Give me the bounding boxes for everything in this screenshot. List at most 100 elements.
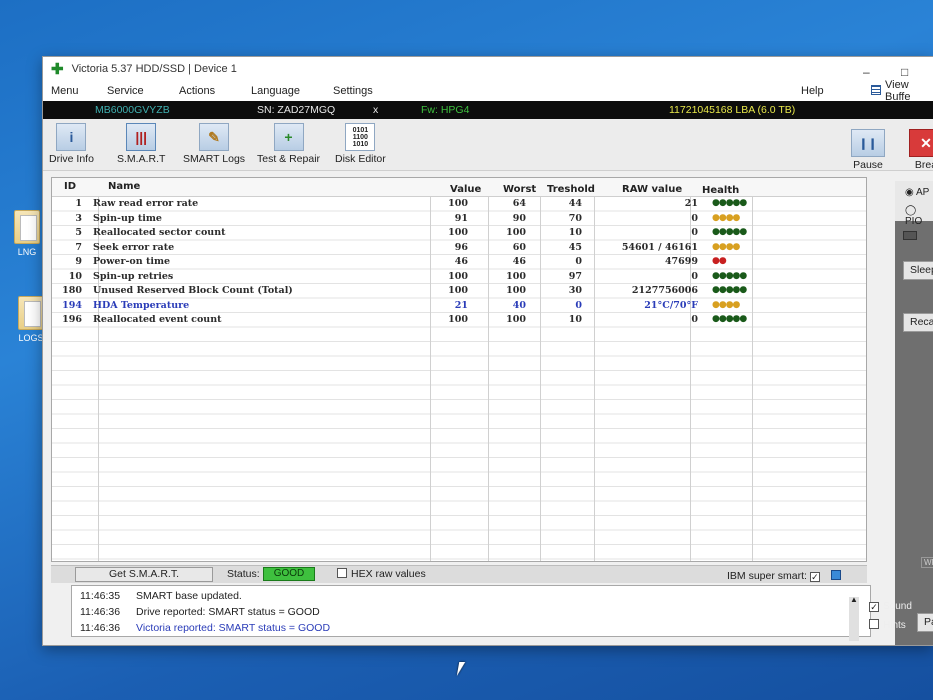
scroll-up-icon[interactable]: ▲ xyxy=(850,595,858,604)
table-row[interactable]: 1 Raw read error rate 100 64 44 21 ●●●●● xyxy=(52,198,866,212)
test-repair-button[interactable]: + Test & Repair xyxy=(257,123,320,165)
smart-id: 196 xyxy=(62,314,82,325)
minimize-button[interactable]: – xyxy=(863,65,870,79)
smart-worst: 40 xyxy=(512,299,526,311)
log-scrollbar[interactable]: ▲ xyxy=(849,595,859,641)
smart-raw-value: 54601 / 46161 xyxy=(621,241,698,253)
ibm-indicator-icon xyxy=(831,570,841,580)
device-serial: SN: ZAD27MGQ xyxy=(257,104,336,116)
table-row[interactable]: 9 Power-on time 46 46 0 47699 ●● xyxy=(52,256,866,270)
smart-raw-value: 0 xyxy=(691,270,698,282)
window-title: Victoria 5.37 HDD/SSD | Device 1 xyxy=(71,63,237,75)
radio-pio[interactable]: ◯ PIO xyxy=(905,205,933,227)
smart-logs-label: SMART Logs xyxy=(183,153,246,165)
info-icon: i xyxy=(56,123,87,151)
header-id[interactable]: ID xyxy=(64,181,76,192)
smart-value: 100 xyxy=(448,285,468,296)
table-row[interactable]: 180 Unused Reserved Block Count (Total) 10… xyxy=(52,285,866,299)
smart-id: 180 xyxy=(62,285,82,296)
menu-item-menu[interactable]: Menu xyxy=(43,85,79,97)
log-time: 11:46:36 xyxy=(80,622,121,634)
header-raw-value[interactable]: RAW value xyxy=(622,184,682,195)
radio-api[interactable]: ◉ AP xyxy=(905,187,929,198)
device-model: MB6000GVYZB xyxy=(95,104,170,116)
smart-attribute-name: Seek error rate xyxy=(93,241,175,253)
break-x-icon: ✕ xyxy=(909,129,933,157)
smart-worst: 46 xyxy=(512,256,526,267)
menu-item-service[interactable]: Service xyxy=(99,85,144,97)
smart-id: 7 xyxy=(75,241,82,253)
smart-attribute-name: HDA Temperature xyxy=(93,299,190,311)
hex-raw-checkbox[interactable]: HEX raw values xyxy=(337,568,426,580)
hints-checkbox[interactable]: Hints xyxy=(869,619,906,631)
table-row[interactable]: 10 Spin-up retries 100 100 97 0 ●●●●● xyxy=(52,270,866,285)
sleep-button[interactable]: Sleep xyxy=(903,261,933,280)
smart-id: 194 xyxy=(62,299,82,311)
smart-button[interactable]: ||| S.M.A.R.T xyxy=(117,123,165,165)
status-label: Status: xyxy=(227,568,260,580)
health-dots-icon: ●● xyxy=(712,256,727,266)
smart-attribute-name: Reallocated sector count xyxy=(93,227,226,238)
header-health[interactable]: Health xyxy=(702,185,739,196)
maximize-button[interactable]: □ xyxy=(901,65,908,79)
smart-raw-value: 0 xyxy=(691,227,698,238)
menu-item-language[interactable]: Language xyxy=(243,85,300,97)
smart-worst: 90 xyxy=(512,212,526,224)
sound-label: Sound xyxy=(883,601,912,612)
log-message: SMART base updated. xyxy=(136,590,242,602)
header-treshold[interactable]: Treshold xyxy=(547,184,595,195)
table-row[interactable]: 194 HDA Temperature 21 40 0 21°C/70°F ●●●● xyxy=(52,299,866,314)
menu-item-settings[interactable]: Settings xyxy=(325,85,373,97)
log-time: 11:46:35 xyxy=(80,590,121,602)
mode-group: ◉ AP ◯ PIO xyxy=(895,181,933,227)
pause-button[interactable]: ❙❙ Pause xyxy=(851,129,885,171)
get-smart-button[interactable]: Get S.M.A.R.T. xyxy=(75,567,213,582)
header-name[interactable]: Name xyxy=(108,181,140,192)
smart-id: 9 xyxy=(75,256,82,267)
device-close-button[interactable]: x xyxy=(373,104,378,116)
menu-item-actions[interactable]: Actions xyxy=(171,85,215,97)
log-message: Victoria reported: SMART status = GOOD xyxy=(136,622,331,634)
drive-info-button[interactable]: i Drive Info xyxy=(49,123,94,165)
health-dots-icon: ●●●● xyxy=(712,299,740,310)
header-worst[interactable]: Worst xyxy=(503,184,536,195)
log-line: 11:46:35 SMART base updated. xyxy=(80,590,242,602)
smart-attribute-name: Spin-up retries xyxy=(93,270,174,282)
disk-editor-label: Disk Editor xyxy=(335,153,386,165)
log-panel[interactable]: 11:46:35 SMART base updated. 11:46:36 Driv… xyxy=(71,585,871,637)
health-dots-icon: ●●●●● xyxy=(712,314,747,324)
table-row[interactable]: 196 Reallocated event count 100 100 10 0 ●●●●● xyxy=(52,314,866,328)
smart-table: ID Name Value Worst Treshold RAW value H… xyxy=(51,177,867,562)
log-message: Drive reported: SMART status = GOOD xyxy=(136,606,320,618)
smart-logs-button[interactable]: ✎ SMART Logs xyxy=(183,123,245,165)
app-cross-icon: ✚ xyxy=(51,60,64,78)
passp-button[interactable]: Passp xyxy=(917,613,933,632)
title-bar[interactable]: ✚ Victoria 5.37 HDD/SSD | Device 1 – □ xyxy=(43,57,933,81)
break-button[interactable]: ✕ Brea xyxy=(909,129,933,171)
smart-worst: 100 xyxy=(506,285,526,296)
ibm-super-smart-checkbox[interactable]: IBM super smart: ✓ xyxy=(727,570,824,582)
disk-editor-button[interactable]: 0101 1100 1010 Disk Editor xyxy=(335,123,386,165)
drive-info-label: Drive Info xyxy=(49,153,94,165)
smart-value: 91 xyxy=(454,212,468,224)
health-dots-icon: ●●●● xyxy=(712,212,740,223)
health-dots-icon: ●●●●● xyxy=(712,198,747,208)
pause-icon: ❙❙ xyxy=(851,129,885,157)
header-value[interactable]: Value xyxy=(450,184,481,195)
menu-item-help[interactable]: Help xyxy=(793,85,824,97)
smart-value: 46 xyxy=(454,256,468,267)
view-buffer-button[interactable]: View Buffe xyxy=(877,79,933,103)
victoria-window: ✚ Victoria 5.37 HDD/SSD | Device 1 – □ M… xyxy=(42,56,933,646)
indicator-box xyxy=(903,231,917,240)
sound-checkbox[interactable]: ✓ Sound xyxy=(869,601,912,612)
smart-attribute-name: Reallocated event count xyxy=(93,314,222,325)
smart-value: 21 xyxy=(454,299,468,311)
table-row[interactable]: 7 Seek error rate 96 60 45 54601 / 46161 ●●●● xyxy=(52,241,866,256)
smart-worst: 100 xyxy=(506,227,526,238)
smart-id: 10 xyxy=(68,270,82,282)
recall-button[interactable]: Recall xyxy=(903,313,933,332)
smart-worst: 64 xyxy=(512,198,526,209)
table-row[interactable]: 3 Spin-up time 91 90 70 0 ●●●● xyxy=(52,212,866,227)
table-row[interactable]: 5 Reallocated sector count 100 100 10 0 ●●●●● xyxy=(52,227,866,241)
logs-folder-icon: ✎ xyxy=(199,123,230,151)
